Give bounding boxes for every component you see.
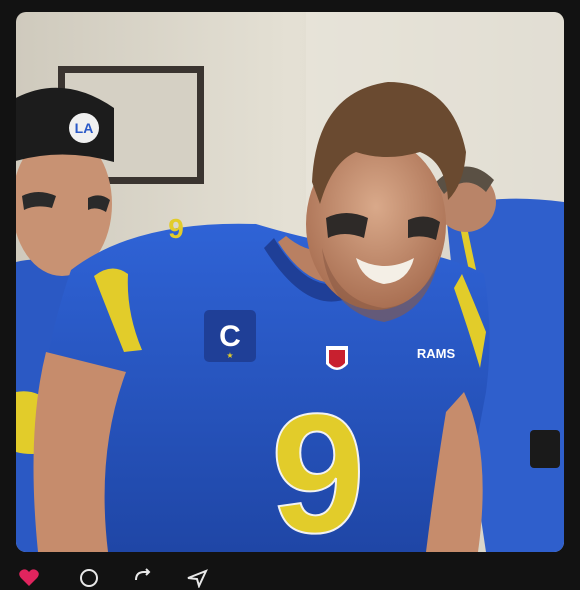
post-action-bar <box>0 556 580 588</box>
player-photo: LA 9 C ★ RAMS 9 <box>16 12 564 552</box>
svg-text:LA: LA <box>75 120 94 136</box>
jersey-number: 9 <box>271 379 366 552</box>
eye-black-right <box>408 216 440 240</box>
rams-wordmark: RAMS <box>417 346 456 361</box>
comment-icon[interactable] <box>78 568 102 590</box>
photo-frame[interactable]: LA 9 C ★ RAMS 9 <box>16 12 564 552</box>
repost-icon[interactable] <box>132 568 156 590</box>
teammate-watch <box>530 430 560 468</box>
svg-text:9: 9 <box>168 213 184 244</box>
captain-letter: C <box>219 320 241 353</box>
share-icon[interactable] <box>186 568 210 590</box>
heart-icon[interactable] <box>18 568 42 590</box>
svg-text:★: ★ <box>226 351 233 360</box>
